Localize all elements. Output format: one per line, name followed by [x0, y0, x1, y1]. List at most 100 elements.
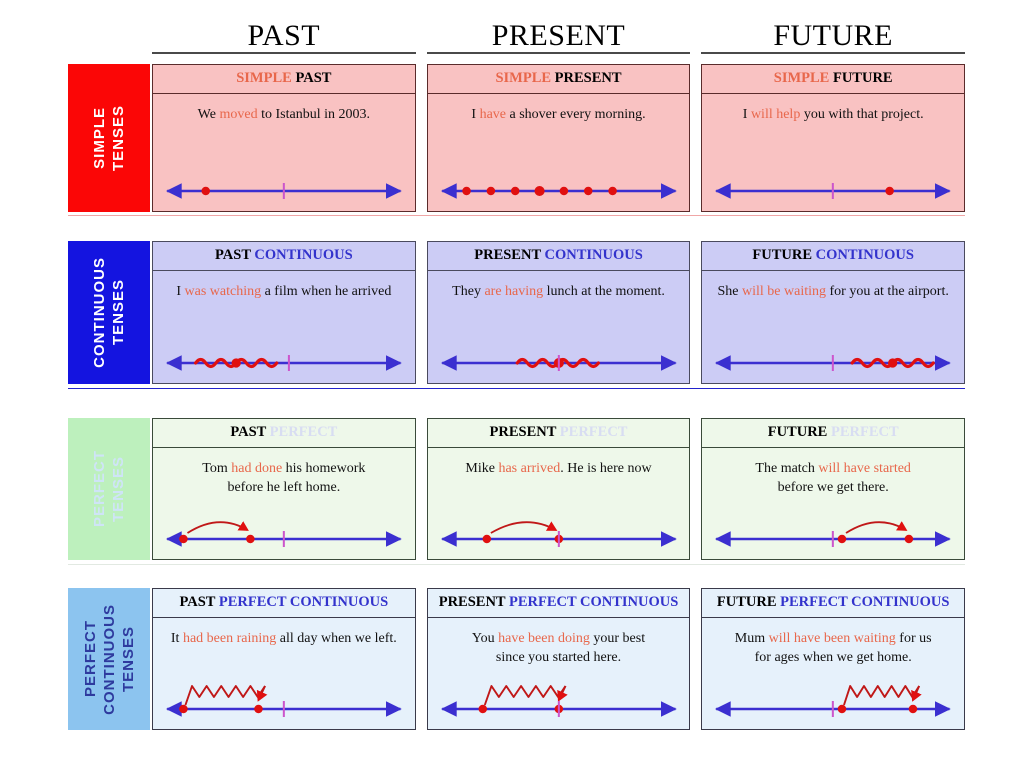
highlighted-verb: has arrived	[498, 461, 561, 476]
tenses-chart: PAST PRESENT FUTURE SIMPLE TENSES SIMPLE PAS…	[0, 0, 1024, 768]
highlighted-verb: will help	[750, 107, 801, 122]
column-header-rule	[426, 52, 691, 54]
timeline-repeated-points	[428, 161, 690, 203]
tense-card-body: You have been doing your best since you s…	[426, 618, 691, 730]
example-sentence: She will be waiting for you at the airpo…	[702, 282, 964, 301]
row-label-word: CONTINUOUS	[100, 603, 118, 715]
tense-card-body: The match will have started before we get…	[701, 448, 966, 560]
tense-card-body: She will be waiting for you at the airpo…	[701, 271, 966, 384]
highlighted-verb: was watching	[184, 284, 262, 299]
row-label-word: TENSES	[110, 455, 127, 522]
sentence-text: a film when he arrived	[261, 284, 392, 299]
row-label-word: SIMPLE	[91, 107, 108, 169]
tense-card-body: It had been raining all day when we left…	[152, 618, 416, 730]
example-sentence: You have been doing your best since you s…	[428, 629, 690, 667]
timeline-arc-future	[702, 509, 964, 551]
tense-row-perfect: PERFECT TENSES PAST PERFECT Tom had done hi…	[0, 418, 1024, 560]
tense-title-primary: PRESENT	[438, 594, 506, 610]
example-sentence: I was watching a film when he arrived	[153, 282, 415, 301]
highlighted-verb: moved	[219, 107, 258, 122]
tense-title-secondary: FUTURE	[832, 70, 893, 86]
sentence-text: I	[742, 107, 751, 122]
tense-card-title: SIMPLE PRESENT	[426, 64, 691, 94]
highlighted-verb: have	[479, 107, 507, 122]
sentence-text: lunch at the moment.	[543, 284, 665, 299]
timeline-zig-past	[153, 679, 415, 721]
tense-title-primary: FUTURE	[752, 247, 813, 263]
row-label-word: PERFECT	[91, 450, 108, 528]
sentence-text: Mum	[734, 631, 769, 646]
tense-title-primary: SIMPLE	[495, 70, 552, 86]
tense-title-secondary: PRESENT	[554, 70, 622, 86]
tense-title-secondary: PERFECT	[559, 424, 628, 440]
tense-card: PAST PERFECT Tom had done his homework bef…	[152, 418, 416, 560]
tense-title-secondary: CONTINUOUS	[254, 247, 353, 263]
sentence-text: you with that project.	[800, 107, 924, 122]
sentence-text: The match	[755, 461, 819, 476]
timeline-future-point	[702, 161, 964, 203]
column-header-rule	[701, 52, 966, 54]
row-label-word: TENSES	[119, 625, 137, 692]
tense-card: SIMPLE PAST We moved to Istanbul in 2003.	[152, 64, 416, 212]
sentence-text: your best	[589, 631, 646, 646]
tense-card-title: FUTURE PERFECT CONTINUOUS	[701, 588, 966, 618]
highlighted-verb: had done	[231, 461, 283, 476]
column-header-label: FUTURE	[773, 19, 894, 52]
timeline-arc-now	[428, 509, 690, 551]
tense-card: PRESENT CONTINUOUS They are having lunch …	[426, 241, 691, 384]
highlighted-verb: will have been waiting	[768, 631, 896, 646]
tense-card: SIMPLE PRESENT I have a shover every morn…	[426, 64, 691, 212]
sentence-text: I	[176, 284, 185, 299]
row-label-word: PERFECT	[81, 620, 99, 698]
tense-title-secondary: PERFECT CONTINUOUS	[780, 594, 950, 610]
tense-cards: SIMPLE PAST We moved to Istanbul in 2003.…	[152, 64, 966, 212]
example-sentence: The match will have started before we get…	[702, 459, 964, 497]
tense-cards: PAST PERFECT CONTINUOUS It had been raini…	[152, 588, 966, 730]
highlighted-verb: are having	[484, 284, 544, 299]
sentence-text: Mike	[465, 461, 499, 476]
row-label-word: TENSES	[110, 279, 127, 346]
tense-cards: PAST CONTINUOUS I was watching a film whe…	[152, 241, 966, 384]
sentence-text: to Istanbul in 2003.	[257, 107, 370, 122]
tense-card-body: We moved to Istanbul in 2003.	[152, 94, 416, 212]
sentence-text: for ages when we get home.	[754, 650, 912, 665]
example-sentence: They are having lunch at the moment.	[428, 282, 690, 301]
tense-title-primary: PAST	[215, 247, 251, 263]
tense-card-title: SIMPLE PAST	[152, 64, 416, 94]
timeline-past-point	[153, 161, 415, 203]
column-header-past: PAST	[152, 6, 416, 54]
row-label-perfect: PERFECT TENSES	[68, 418, 150, 560]
column-headers: PAST PRESENT FUTURE	[152, 6, 966, 54]
tense-card: PRESENT PERFECT CONTINUOUS You have been …	[426, 588, 691, 730]
tense-title-primary: SIMPLE	[773, 70, 830, 86]
tense-title-secondary: PERFECT CONTINUOUS	[218, 594, 389, 610]
column-header-present: PRESENT	[426, 6, 691, 54]
example-sentence: Mum will have been waiting for us for age…	[702, 629, 964, 667]
sentence-text: They	[452, 284, 485, 299]
example-sentence: Tom had done his homework before he left …	[153, 459, 415, 497]
tense-title-primary: FUTURE	[716, 594, 777, 610]
tense-card-title: PRESENT PERFECT CONTINUOUS	[426, 588, 691, 618]
tense-card-body: Mike has arrived. He is here now	[426, 448, 691, 560]
tense-title-secondary: PERFECT	[830, 424, 899, 440]
example-sentence: We moved to Istanbul in 2003.	[153, 105, 415, 124]
tense-card-body: Mum will have been waiting for us for age…	[701, 618, 966, 730]
example-sentence: I will help you with that project.	[702, 105, 964, 124]
highlighted-verb: had been raining	[182, 631, 277, 646]
tense-card-title: FUTURE CONTINUOUS	[701, 241, 966, 271]
timeline-zig-future	[702, 679, 964, 721]
sentence-text: before we get there.	[777, 480, 889, 495]
tense-row-simple: SIMPLE TENSES SIMPLE PAST We moved to Istan…	[0, 64, 1024, 212]
example-sentence: It had been raining all day when we left…	[153, 629, 415, 648]
row-label-word: TENSES	[110, 104, 127, 171]
timeline-wave-future	[702, 333, 964, 375]
row-label-continuous: CONTINUOUS TENSES	[68, 241, 150, 384]
tense-card-body: I will help you with that project.	[701, 94, 966, 212]
tense-card-title: FUTURE PERFECT	[701, 418, 966, 448]
row-separator	[68, 564, 965, 565]
sentence-text: since you started here.	[495, 650, 622, 665]
tense-card-body: They are having lunch at the moment.	[426, 271, 691, 384]
highlighted-verb: will have started	[818, 461, 911, 476]
tense-title-primary: PRESENT	[489, 424, 557, 440]
tense-card: FUTURE PERFECT CONTINUOUS Mum will have b…	[701, 588, 966, 730]
